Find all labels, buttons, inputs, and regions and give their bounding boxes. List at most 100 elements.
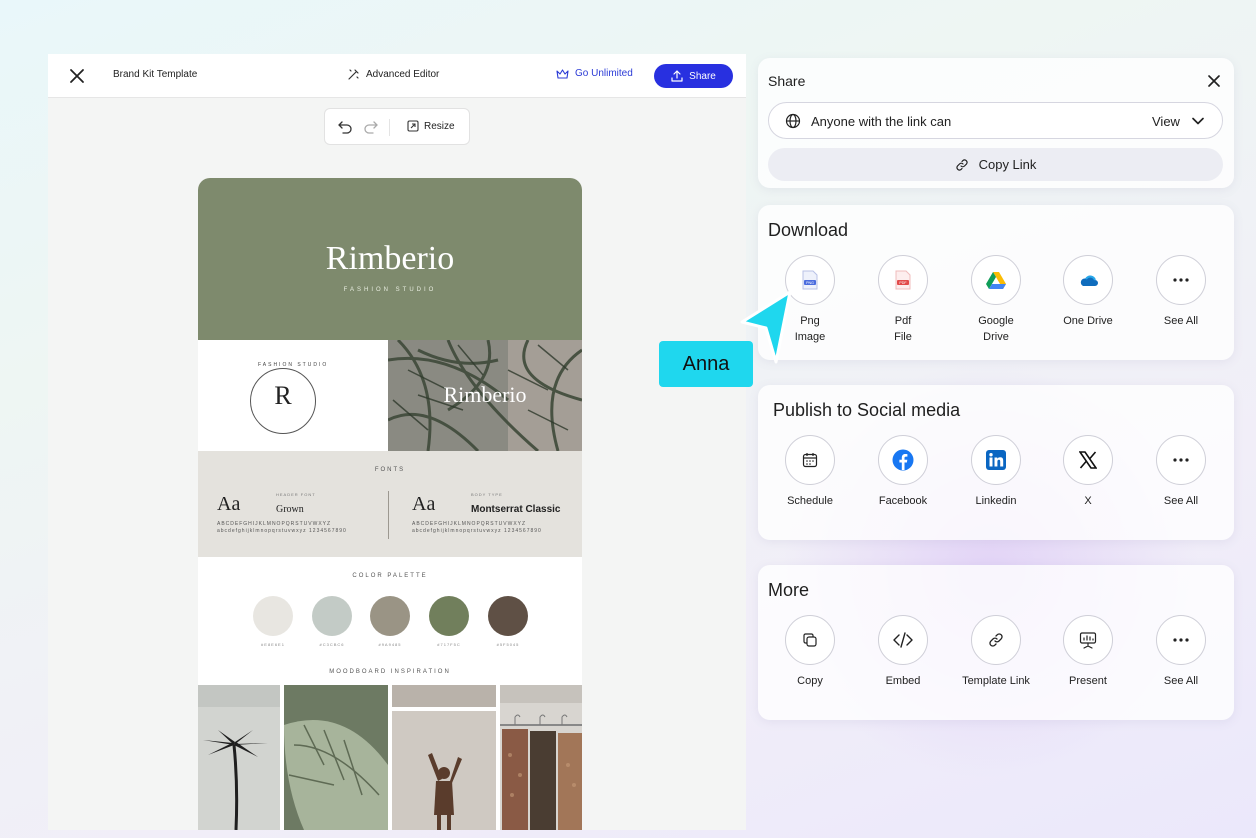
more-see-all-label: See All: [1163, 675, 1199, 687]
upload-icon: [671, 70, 683, 82]
color-hex-label: #9A9485: [378, 642, 402, 647]
google-drive-icon: [971, 255, 1021, 305]
more-present[interactable]: Present: [1048, 615, 1128, 689]
color-hex-label: #717F5C: [437, 642, 461, 647]
link-icon: [971, 615, 1021, 665]
color-hex-label: #5F5045: [496, 642, 520, 647]
more-see-all[interactable]: See All: [1141, 615, 1221, 689]
social-x-label: X: [1084, 495, 1092, 507]
fonts-section: FONTS Aa HEADER FONT Grown ABCDEFGHIJKLM…: [198, 451, 582, 557]
go-unlimited-label: Go Unlimited: [575, 68, 633, 79]
link-access-label: Anyone with the link can: [811, 114, 952, 129]
svg-text:PNG: PNG: [806, 281, 814, 285]
moodboard-leaf: [284, 685, 388, 830]
download-see-all[interactable]: See All: [1141, 255, 1221, 329]
resize-icon: [407, 120, 419, 132]
color-hex-label: #E8E6E1: [261, 642, 285, 647]
resize-label: Resize: [424, 120, 455, 132]
close-icon[interactable]: [1206, 73, 1222, 89]
more-template-link-label: Template Link: [962, 675, 1030, 687]
color-swatch: [253, 596, 293, 636]
download-google-drive[interactable]: Google Drive: [956, 255, 1036, 345]
color-swatch: [370, 596, 410, 636]
undo-icon[interactable]: [337, 120, 353, 134]
brand-name: Rimberio: [325, 240, 455, 277]
logo-letter: R: [274, 381, 292, 410]
social-schedule[interactable]: Schedule: [770, 435, 850, 509]
social-x[interactable]: X: [1048, 435, 1128, 509]
editor-window: Brand Kit Template Advanced Editor Go Un…: [48, 54, 746, 830]
more-template-link[interactable]: Template Link: [956, 615, 1036, 689]
copy-link-button[interactable]: Copy Link: [768, 148, 1223, 181]
advanced-editor-button[interactable]: Advanced Editor: [347, 68, 439, 81]
photo-brand-name: Rimberio: [443, 382, 527, 407]
tools-divider: [389, 119, 390, 136]
download-google-drive-label: Google Drive: [978, 315, 1014, 343]
more-icon: [1156, 255, 1206, 305]
download-panel: Download PNG Png Image PDF Pdf File Goog…: [758, 205, 1234, 360]
header-font-tag: HEADER FONT: [276, 492, 316, 497]
present-icon: [1063, 615, 1113, 665]
palm-photo: Rimberio: [388, 340, 582, 451]
chevron-down-icon[interactable]: [1191, 115, 1205, 127]
x-icon: [1063, 435, 1113, 485]
body-font-tag: BODY TYPE: [471, 492, 503, 497]
social-schedule-label: Schedule: [787, 495, 833, 507]
more-embed-label: Embed: [885, 675, 921, 687]
svg-text:PDF: PDF: [899, 281, 907, 285]
fonts-divider: [388, 491, 389, 539]
code-icon: [878, 615, 928, 665]
more-present-label: Present: [1069, 675, 1107, 687]
share-button-label: Share: [689, 70, 716, 82]
color-swatch: [312, 596, 352, 636]
logo-block: FASHION STUDIO R: [198, 340, 388, 451]
social-see-all-label: See All: [1163, 495, 1199, 507]
download-title: Download: [768, 220, 849, 240]
more-copy[interactable]: Copy: [770, 615, 850, 689]
header-font-alphabet: ABCDEFGHIJKLMNOPQRSTUVWXYZ abcdefghijklm…: [217, 521, 347, 534]
facebook-icon: [878, 435, 928, 485]
share-title: Share: [768, 73, 806, 89]
pdf-file-icon: PDF: [878, 255, 928, 305]
brand-hero: Rimberio FASHION STUDIO: [198, 178, 582, 340]
social-see-all[interactable]: See All: [1141, 435, 1221, 509]
advanced-editor-label: Advanced Editor: [366, 69, 440, 80]
color-swatch: [488, 596, 528, 636]
wand-icon: [348, 69, 359, 80]
more-icon: [1156, 615, 1206, 665]
share-button[interactable]: Share: [654, 64, 733, 88]
redo-icon[interactable]: [363, 120, 379, 134]
document-title: Brand Kit Template: [113, 69, 198, 80]
share-panel: Share Anyone with the link can View Copy…: [758, 58, 1234, 188]
link-permission[interactable]: View: [1152, 114, 1180, 129]
body-font-alphabet: ABCDEFGHIJKLMNOPQRSTUVWXYZ abcdefghijklm…: [412, 521, 542, 534]
logo-ring-text: FASHION STUDIO: [258, 362, 329, 368]
social-linkedin[interactable]: Linkedin: [956, 435, 1036, 509]
social-facebook-label: Facebook: [878, 495, 928, 507]
resize-button[interactable]: Resize: [407, 120, 455, 132]
close-icon[interactable]: [68, 67, 86, 85]
moodboard-palm-tree: [198, 685, 280, 830]
download-pdf[interactable]: PDF Pdf File: [863, 255, 943, 345]
header-font-sample: Aa: [217, 493, 241, 515]
more-icon: [1156, 435, 1206, 485]
editor-toolbar: Brand Kit Template Advanced Editor Go Un…: [48, 54, 746, 98]
social-title: Publish to Social media: [773, 400, 961, 420]
more-embed[interactable]: Embed: [863, 615, 943, 689]
color-swatch: [429, 596, 469, 636]
design-canvas[interactable]: Rimberio FASHION STUDIO FASHION STUDIO R: [198, 178, 582, 830]
linkedin-icon: [971, 435, 1021, 485]
copy-icon: [785, 615, 835, 665]
go-unlimited-button[interactable]: Go Unlimited: [556, 68, 633, 79]
social-facebook[interactable]: Facebook: [863, 435, 943, 509]
body-font-name: Montserrat Classic: [471, 504, 561, 515]
download-pdf-label: Pdf File: [894, 315, 912, 343]
link-icon: [956, 158, 968, 171]
header-font-name: Grown: [276, 504, 304, 515]
color-hex-label: #C3CBC6: [319, 642, 345, 647]
more-copy-label: Copy: [797, 675, 823, 687]
link-access-select[interactable]: Anyone with the link can View: [768, 102, 1223, 139]
moodboard-heading: MOODBOARD INSPIRATION: [329, 669, 451, 675]
crown-icon: [556, 69, 569, 79]
download-onedrive[interactable]: One Drive: [1048, 255, 1128, 329]
